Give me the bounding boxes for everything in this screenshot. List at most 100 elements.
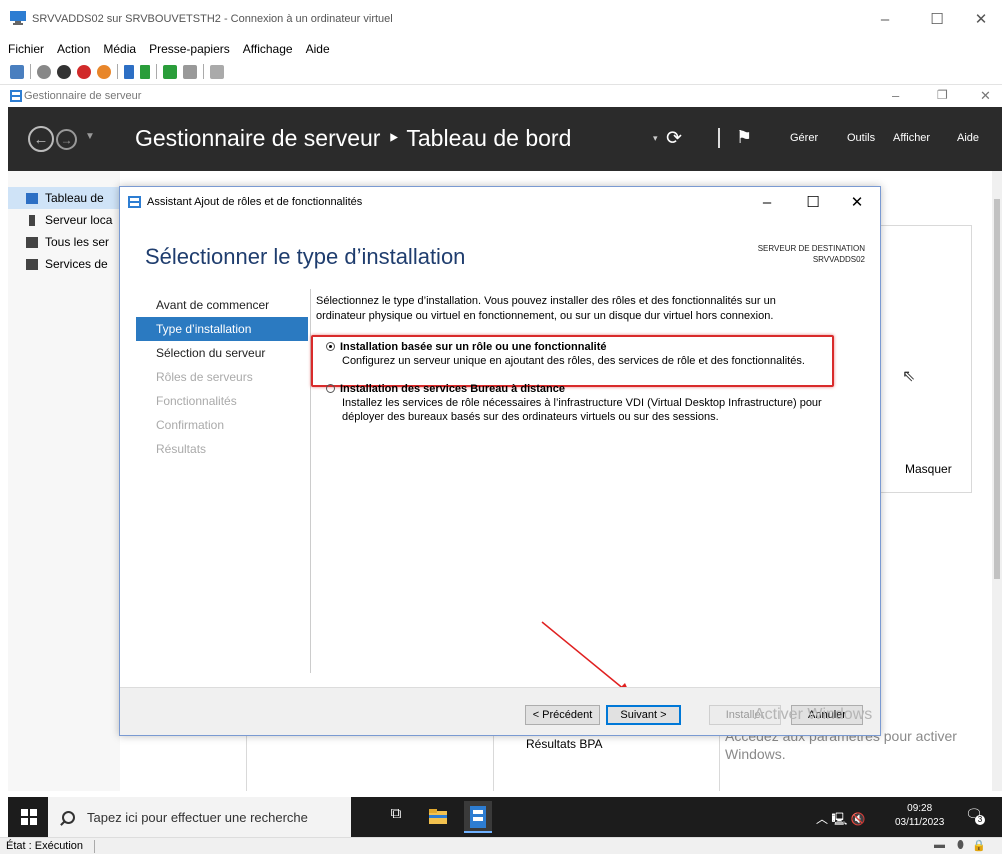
radio-role-based[interactable] [326, 342, 335, 351]
intro-text: Sélectionnez le type d’installation. Vou… [316, 295, 776, 322]
step-type-installation[interactable]: Type d’installation [136, 317, 308, 341]
pause-icon[interactable] [124, 64, 134, 79]
step-confirmation: Confirmation [156, 418, 225, 432]
server-manager-titlebar: Gestionnaire de serveur – ❐ ✕ [8, 86, 1002, 107]
dialog-close-button[interactable]: ✕ [834, 191, 880, 213]
menu-action[interactable]: Action [57, 42, 90, 56]
menu-fichier[interactable]: Fichier [8, 42, 44, 56]
sidebar-item-local-server[interactable]: Serveur loca [8, 209, 120, 231]
dialog-title: Assistant Ajout de rôles et de fonctionn… [147, 196, 363, 208]
mouse-icon: ⬮ [957, 839, 964, 851]
servers-icon [26, 236, 38, 248]
menu-aide[interactable]: Aide [306, 42, 330, 56]
menu-presse-papiers[interactable]: Presse-papiers [149, 42, 230, 56]
enhanced-session-icon[interactable] [210, 64, 224, 79]
vm-titlebar: SRVVADDS02 sur SRVBOUVETSTH2 - Connexion… [0, 0, 1002, 38]
step-fonctionnalites: Fonctionnalités [156, 394, 237, 408]
save-state-icon[interactable] [97, 64, 111, 79]
history-dropdown-icon[interactable]: ▼ [85, 131, 95, 142]
breadcrumb-dropdown-icon[interactable]: ▾ [653, 133, 658, 144]
sidebar-item-file-services[interactable]: Services de [8, 253, 120, 275]
sm-close-button[interactable]: ✕ [980, 88, 991, 104]
forward-arrow-icon[interactable]: → [56, 129, 77, 150]
revert-icon[interactable] [183, 64, 197, 79]
sidebar-item-dashboard[interactable]: Tableau de [8, 187, 120, 209]
vm-menubar: Fichier Action Média Presse-papiers Affi… [0, 38, 1002, 59]
step-avant-de-commencer[interactable]: Avant de commencer [136, 293, 308, 317]
page-title: Sélectionner le type d’installation [145, 244, 466, 269]
volume-muted-icon[interactable]: 🔇 [851, 812, 866, 826]
ctrl-alt-del-icon[interactable] [10, 64, 24, 79]
menu-aide-sm[interactable]: Aide [957, 132, 979, 144]
sidebar-item-all-servers[interactable]: Tous les ser [8, 231, 120, 253]
notification-center-icon[interactable]: 🗨 3 [965, 806, 985, 826]
close-button[interactable]: ✕ [958, 0, 1002, 38]
destination-server: SERVEUR DE DESTINATION SRVVADDS02 [757, 244, 865, 264]
menu-afficher[interactable]: Afficher [893, 132, 930, 144]
shutdown-icon[interactable] [77, 64, 91, 79]
welcome-panel [874, 225, 972, 493]
taskbar-clock[interactable]: 09:28 03/11/2023 [895, 802, 944, 830]
system-tray[interactable]: ︿ 🖳 🔇 [816, 810, 866, 831]
minimize-button[interactable]: – [862, 0, 908, 38]
dialog-footer: < Précédent Suivant > Installer Annuler [120, 687, 880, 735]
server-icon [29, 214, 35, 226]
radio-remote-desktop[interactable] [326, 384, 335, 393]
vm-toolbar [0, 59, 1002, 85]
menu-affichage[interactable]: Affichage [243, 42, 293, 56]
taskbar-search-input[interactable]: Tapez ici pour effectuer une recherche [48, 797, 351, 837]
vm-statusbar: État : Exécution ▬ ⬮ 🔒 [0, 837, 1002, 854]
vm-connection-icon [10, 11, 26, 25]
server-manager-header: ← → ▼ Gestionnaire de serveur ‣ Tableau … [8, 107, 1002, 171]
notification-count-badge: 3 [975, 815, 985, 825]
vm-status-text: État : Exécution [6, 840, 84, 852]
sm-minimize-button[interactable]: – [892, 88, 899, 103]
menu-outils[interactable]: Outils [847, 132, 875, 144]
server-manager-icon [10, 90, 22, 102]
search-icon [62, 810, 75, 824]
step-selection-serveur[interactable]: Sélection du serveur [136, 341, 308, 365]
vm-window-title: SRVVADDS02 sur SRVBOUVETSTH2 - Connexion… [32, 13, 393, 25]
server-manager-taskbar-icon[interactable] [464, 801, 492, 833]
bpa-results-label[interactable]: Résultats BPA [526, 737, 602, 751]
next-button[interactable]: Suivant > [606, 705, 681, 725]
chevron-up-icon[interactable]: ︿ [816, 812, 828, 826]
option-remote-desktop[interactable]: Installation des services Bureau à dista… [326, 382, 822, 424]
server-manager-sidebar: Tableau de Serveur loca Tous les ser Ser… [8, 171, 120, 791]
dialog-titlebar: Assistant Ajout de rôles et de fonctionn… [120, 187, 880, 217]
menu-gerer[interactable]: Gérer [790, 132, 818, 144]
keyboard-icon: ▬ [934, 839, 945, 851]
add-roles-wizard-dialog: Assistant Ajout de rôles et de fonctionn… [119, 186, 881, 736]
taskbar: Tapez ici pour effectuer une recherche ⧉… [8, 797, 1002, 837]
turn-off-icon[interactable] [57, 64, 71, 79]
dialog-maximize-button[interactable]: ☐ [790, 191, 836, 213]
wizard-icon [128, 196, 141, 208]
file-services-icon [26, 258, 38, 270]
notifications-flag-icon[interactable]: ⚑ [736, 127, 752, 148]
maximize-button[interactable]: ☐ [914, 0, 960, 38]
start-icon[interactable] [37, 64, 51, 79]
file-explorer-icon[interactable] [426, 805, 450, 829]
refresh-icon[interactable]: ⟳ [666, 127, 682, 150]
dialog-minimize-button[interactable]: – [744, 191, 790, 213]
task-view-icon[interactable]: ⧉ [384, 805, 408, 829]
windows-start-icon[interactable] [21, 809, 37, 825]
resume-icon[interactable] [140, 64, 150, 79]
step-resultats: Résultats [156, 442, 207, 456]
cancel-button[interactable]: Annuler [791, 705, 863, 725]
wizard-steps: Avant de commencer Type d’installation S… [136, 293, 308, 461]
previous-button[interactable]: < Précédent [525, 705, 600, 725]
menu-media[interactable]: Média [103, 42, 136, 56]
sm-restore-button[interactable]: ❐ [937, 88, 948, 102]
reset-icon[interactable] [163, 64, 177, 79]
network-icon[interactable]: 🖳 [831, 812, 847, 826]
install-button: Installer [709, 705, 781, 725]
dashboard-icon [26, 192, 38, 204]
step-roles-serveurs: Rôles de serveurs [156, 370, 253, 384]
annotation-arrow [541, 621, 630, 694]
hide-link[interactable]: Masquer [905, 462, 952, 476]
dashboard-scrollbar[interactable] [992, 171, 1002, 791]
option-role-based[interactable]: Installation basée sur un rôle ou une fo… [326, 340, 805, 368]
breadcrumb: Gestionnaire de serveur ‣ Tableau de bor… [135, 125, 572, 151]
back-arrow-icon[interactable]: ← [28, 126, 54, 152]
